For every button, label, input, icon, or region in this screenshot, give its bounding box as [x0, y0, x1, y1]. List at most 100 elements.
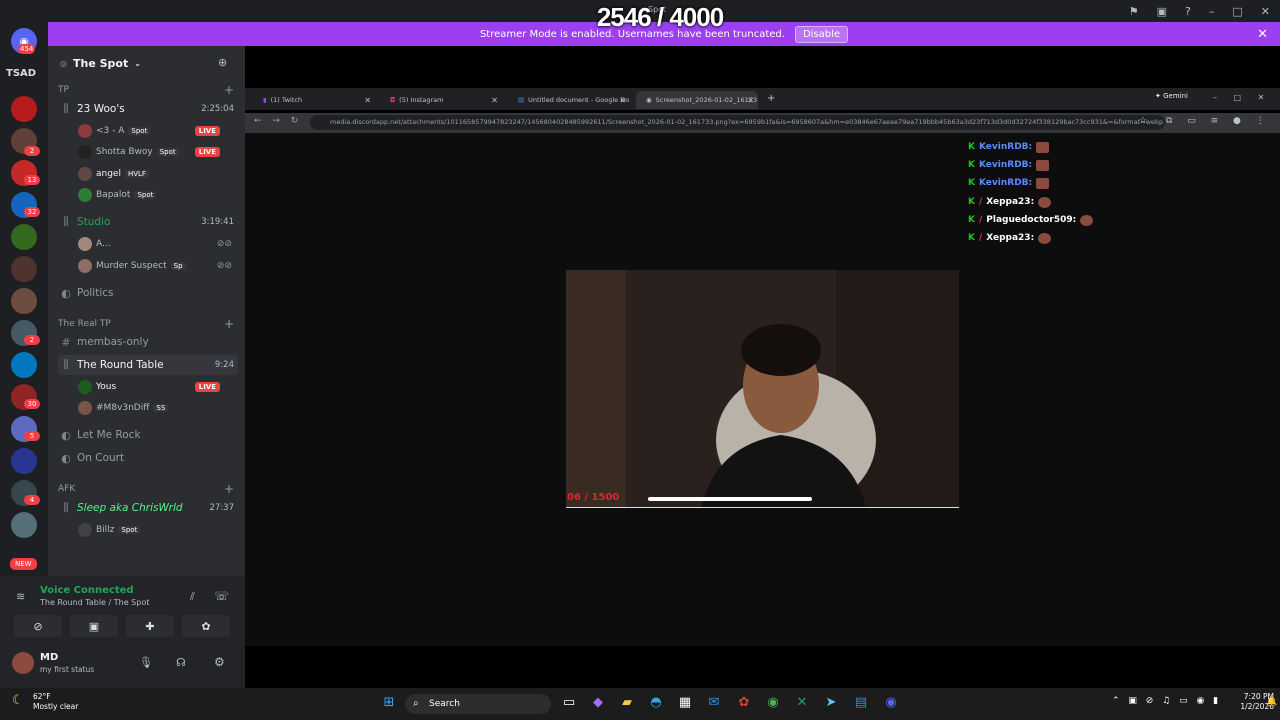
close-tab-icon[interactable]: ✕	[619, 96, 626, 105]
server-icon[interactable]	[11, 288, 37, 314]
server-icon[interactable]	[11, 352, 37, 378]
channel-let-me-rock[interactable]: ◐ Let Me Rock	[58, 425, 238, 445]
app-icon[interactable]: ✿	[735, 694, 753, 712]
voice-user[interactable]: angel HVLF	[78, 164, 238, 184]
badge-icon: K	[968, 233, 975, 243]
voice-user[interactable]: #M8v3nDiff SS	[78, 398, 238, 418]
add-channel-icon[interactable]: +	[224, 317, 234, 331]
system-tray-icons[interactable]: ⌃ ▣ ⊘ ♫ ▭ ◉ ▮	[1112, 696, 1218, 706]
voice-icon: ⫼	[63, 102, 69, 115]
voice-user[interactable]: Billz Spot	[78, 520, 238, 540]
voice-location[interactable]: The Round Table / The Spot	[40, 598, 149, 607]
voice-user[interactable]: Yous LIVE	[78, 377, 238, 397]
chrome-icon[interactable]: ◉	[764, 694, 782, 712]
tab-instagram[interactable]: ◘ (5) Instagram ✕	[380, 91, 502, 109]
edge-icon[interactable]: ◓	[647, 694, 665, 712]
avatar	[78, 523, 92, 537]
bookmark-star-icon[interactable]: ☆	[1139, 116, 1147, 126]
soundboard-button[interactable]: ✿	[182, 615, 230, 637]
globe-icon: ◉	[646, 96, 652, 104]
add-channel-icon[interactable]: +	[224, 482, 234, 496]
inbox-icon[interactable]: ▣	[1157, 5, 1167, 18]
gemini-button[interactable]: ✦ Gemini	[1155, 92, 1188, 100]
voice-user[interactable]: Shotta Bwoy Spot LIVE	[78, 142, 238, 162]
server-icon[interactable]	[11, 512, 37, 538]
avatar[interactable]	[12, 652, 34, 674]
help-icon[interactable]: ?	[1185, 5, 1191, 18]
channel-23-woos[interactable]: ⫼ 23 Woo's 2:25:04	[58, 99, 238, 119]
tab-twitch[interactable]: ▮ (1) Twitch ✕	[253, 91, 375, 109]
server-icon[interactable]	[11, 256, 37, 282]
disable-button[interactable]: Disable	[794, 25, 849, 43]
slash-icon: /	[978, 233, 983, 243]
maximize-icon[interactable]: □	[1232, 5, 1242, 18]
notification-bell-icon[interactable]: 🔔	[1266, 697, 1277, 707]
taskbar-search[interactable]: ⌕ Search	[405, 694, 551, 714]
server-icon[interactable]	[11, 448, 37, 474]
folder-tsad[interactable]: TSAD	[6, 68, 36, 79]
channel-studio[interactable]: ⫼ Studio 3:19:41	[58, 212, 238, 232]
badge-icon: K	[968, 197, 975, 207]
task-view-icon[interactable]: ▭	[560, 694, 578, 712]
channel-membas-only[interactable]: # membas-only	[58, 332, 238, 352]
category-real-tp[interactable]: The Real TP	[58, 319, 111, 329]
server-name: The Spot	[72, 56, 129, 70]
copilot-icon[interactable]: ◆	[589, 694, 607, 712]
close-tab-icon[interactable]: ✕	[364, 96, 371, 105]
store-icon[interactable]: ▦	[676, 694, 694, 712]
chat-line: K KevinRDB:	[968, 175, 1050, 191]
discord-icon[interactable]: ◉	[882, 694, 900, 712]
camera-button[interactable]: ⊘	[14, 615, 62, 637]
minimize-icon[interactable]: –	[1209, 5, 1215, 18]
headphones-icon[interactable]: ☊	[176, 656, 186, 669]
excel-icon[interactable]: ✕	[793, 694, 811, 712]
channel-sleep[interactable]: ⫼ Sleep aka ChrisWrld 27:37	[58, 498, 238, 518]
voice-user[interactable]: A... ⊘⊘	[78, 234, 238, 254]
username[interactable]: MD	[40, 652, 58, 663]
new-tab-icon[interactable]: +	[767, 93, 775, 104]
voice-user[interactable]: Bapalot Spot	[78, 185, 238, 205]
file-explorer-icon[interactable]: ▰	[618, 694, 636, 712]
app-icon[interactable]: ▤	[852, 694, 870, 712]
start-icon[interactable]: ⊞	[380, 694, 398, 712]
channel-politics[interactable]: ◐ Politics	[58, 283, 238, 303]
close-icon[interactable]: ✕	[1261, 5, 1270, 18]
server-header[interactable]: ◎ The Spot ⌄	[60, 54, 141, 72]
server-icon[interactable]	[11, 224, 37, 250]
voice-user[interactable]: <3 - A Spot LIVE	[78, 121, 238, 141]
screenshare-button[interactable]: ▣	[70, 615, 118, 637]
stream-screenshot	[566, 270, 959, 508]
channel-on-court[interactable]: ◐ On Court	[58, 448, 238, 468]
flag-icon[interactable]: ⚑	[1129, 5, 1139, 18]
microphone-icon[interactable]: 🎙	[139, 656, 153, 669]
close-tab-icon[interactable]: ✕	[491, 96, 498, 105]
disconnect-icon[interactable]: ☏	[214, 589, 229, 603]
address-bar[interactable]: media.discordapp.net/attachments/1011658…	[310, 115, 1165, 130]
nav-buttons[interactable]: ← → ↻	[254, 116, 298, 126]
avatar	[78, 145, 92, 159]
tab-google-docs[interactable]: ▤ Untitled document - Google Do ✕	[508, 91, 630, 109]
activities-button[interactable]: ✚	[126, 615, 174, 637]
voice-user[interactable]: Murder Suspect Sp ⊘⊘	[78, 256, 238, 276]
tab-screenshot[interactable]: ◉ Screenshot_2026-01-02_16173 ✕	[636, 91, 758, 109]
weather-widget[interactable]: 62°F Mostly clear	[33, 692, 78, 712]
extensions-icon[interactable]: ⧉ ▭ ≡ ● ⋮	[1166, 116, 1265, 126]
add-friend-icon[interactable]: ⊕	[218, 56, 227, 69]
mail-icon[interactable]: ✉	[705, 694, 723, 712]
close-icon[interactable]: ✕	[1257, 27, 1268, 42]
channel-round-table[interactable]: ⫼ The Round Table 9:24	[58, 355, 238, 375]
settings-gear-icon[interactable]: ⚙	[214, 655, 225, 669]
category-afk[interactable]: AFK	[58, 484, 75, 494]
category-tp[interactable]: TP	[58, 85, 69, 95]
steam-icon[interactable]: ➤	[822, 694, 840, 712]
noise-suppression-icon[interactable]: ⫽	[190, 590, 195, 604]
chevron-down-icon: ⌄	[134, 58, 141, 68]
server-icon[interactable]	[11, 96, 37, 122]
add-channel-icon[interactable]: +	[224, 83, 234, 97]
browser-window-controls[interactable]: – □ ✕	[1213, 93, 1264, 102]
emote-icon	[1080, 214, 1094, 226]
close-tab-icon[interactable]: ✕	[747, 96, 754, 105]
chat-line: K KevinRDB:	[968, 157, 1050, 173]
signal-icon[interactable]: ≋	[16, 590, 25, 603]
server-badge: 13	[24, 175, 40, 185]
